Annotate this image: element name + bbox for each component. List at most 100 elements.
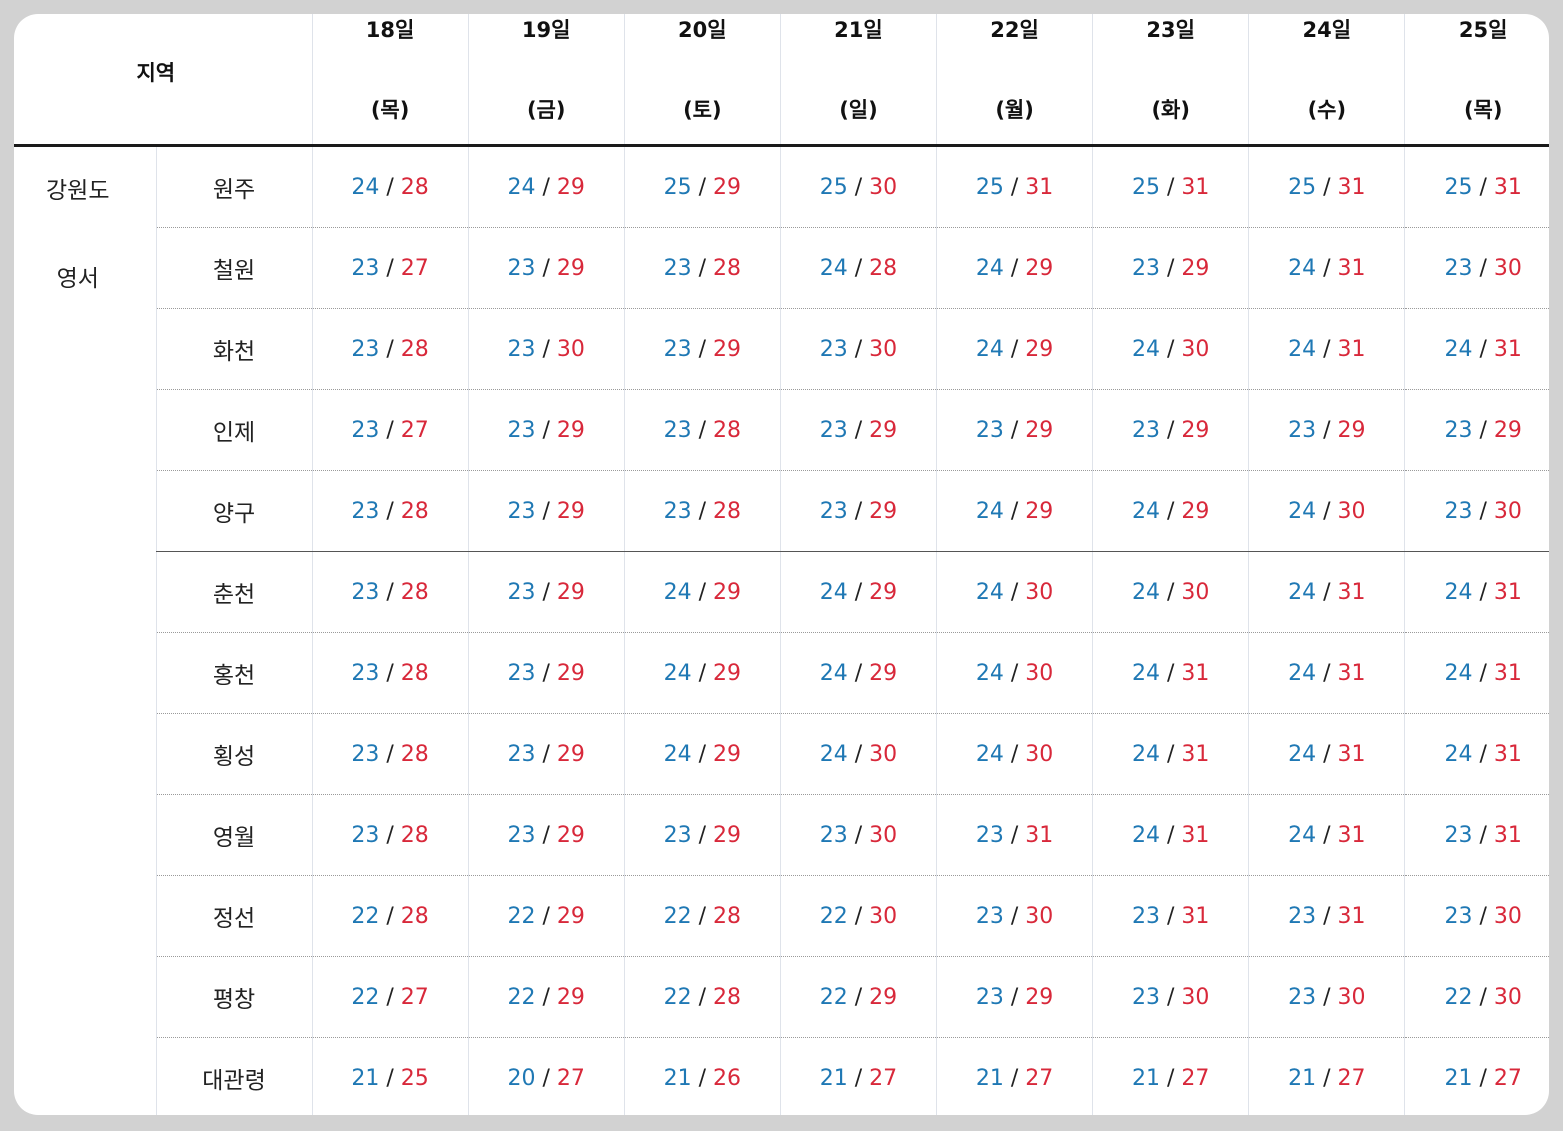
temp-separator: / xyxy=(386,498,394,524)
low-temp: 23 xyxy=(1131,255,1160,281)
temp-separator: / xyxy=(1166,579,1175,605)
high-temp: 29 xyxy=(556,741,585,767)
temperature-cell: 23 / 29 xyxy=(1404,389,1549,471)
temp-separator: / xyxy=(542,336,550,362)
low-temp: 24 xyxy=(1131,822,1160,848)
high-temp: 30 xyxy=(1025,660,1054,686)
high-temp: 26 xyxy=(713,1065,742,1091)
temp-separator: / xyxy=(1323,498,1331,524)
temp-separator: / xyxy=(1479,1065,1487,1091)
temp-separator: / xyxy=(386,579,394,605)
city-name: 양구 xyxy=(155,470,313,552)
temperature-cell: 23 / 29 xyxy=(1092,227,1249,309)
city-name: 화천 xyxy=(155,308,313,390)
low-temp: 23 xyxy=(663,822,692,848)
temperature-cell: 23 / 28 xyxy=(311,713,469,795)
high-temp: 30 xyxy=(1337,498,1366,524)
low-temp: 23 xyxy=(351,822,380,848)
high-temp: 30 xyxy=(1025,903,1054,929)
low-temp: 23 xyxy=(351,660,380,686)
temp-separator: / xyxy=(1479,498,1487,524)
city-name: 인제 xyxy=(155,389,313,471)
low-temp: 24 xyxy=(819,579,848,605)
high-temp: 30 xyxy=(869,174,898,200)
low-temp: 23 xyxy=(1444,498,1473,524)
high-temp: 28 xyxy=(400,741,429,767)
high-temp: 29 xyxy=(556,579,585,605)
temperature-cell: 21 / 26 xyxy=(623,1037,781,1115)
temp-separator: / xyxy=(1323,417,1331,443)
high-temp: 29 xyxy=(556,822,585,848)
high-temp: 27 xyxy=(400,984,429,1010)
low-temp: 25 xyxy=(1288,174,1317,200)
temperature-cell: 23 / 30 xyxy=(1248,956,1405,1038)
day-weekday: (화) xyxy=(1151,98,1190,122)
low-temp: 23 xyxy=(351,741,380,767)
high-temp: 29 xyxy=(1025,417,1054,443)
high-temp: 27 xyxy=(1025,1065,1054,1091)
low-temp: 22 xyxy=(663,984,692,1010)
low-temp: 23 xyxy=(1444,255,1473,281)
temperature-cell: 23 / 29 xyxy=(779,470,937,552)
temp-separator: / xyxy=(1323,336,1331,362)
high-temp: 29 xyxy=(1181,417,1210,443)
low-temp: 23 xyxy=(1444,822,1473,848)
temperature-cell: 24 / 29 xyxy=(936,227,1093,309)
day-date: 19일 xyxy=(521,18,571,42)
low-temp: 23 xyxy=(351,336,380,362)
temp-separator: / xyxy=(386,660,394,686)
high-temp: 31 xyxy=(1493,822,1522,848)
low-temp: 21 xyxy=(351,1065,380,1091)
temperature-cell: 24 / 30 xyxy=(936,632,1093,714)
day-weekday: (수) xyxy=(1307,98,1347,122)
low-temp: 23 xyxy=(663,417,692,443)
low-temp: 23 xyxy=(507,498,536,524)
table-row: 영월 23 / 28 23 / 29 23 / 29 23 / 30 23 / 31 24 … xyxy=(14,794,1549,876)
temperature-cell: 23 / 29 xyxy=(1248,389,1405,471)
temperature-cell: 23 / 31 xyxy=(936,794,1093,876)
temp-separator: / xyxy=(1166,336,1175,362)
temp-separator: / xyxy=(386,903,394,929)
day-header: 23일 (화) xyxy=(1092,14,1249,147)
day-header: 19일 (금) xyxy=(467,14,625,147)
temperature-cell: 23 / 30 xyxy=(1404,875,1549,957)
high-temp: 31 xyxy=(1337,822,1366,848)
high-temp: 29 xyxy=(556,174,585,200)
high-temp: 29 xyxy=(556,660,585,686)
high-temp: 29 xyxy=(556,498,585,524)
low-temp: 24 xyxy=(1444,336,1473,362)
temp-separator: / xyxy=(1323,255,1331,281)
temp-separator: / xyxy=(542,174,550,200)
low-temp: 23 xyxy=(507,822,536,848)
high-temp: 27 xyxy=(400,255,429,281)
low-temp: 24 xyxy=(1288,498,1317,524)
high-temp: 28 xyxy=(400,660,429,686)
low-temp: 22 xyxy=(1444,984,1473,1010)
low-temp: 24 xyxy=(975,579,1004,605)
temperature-cell: 23 / 28 xyxy=(311,308,469,390)
temp-separator: / xyxy=(698,174,707,200)
table-row: 인제 23 / 27 23 / 29 23 / 28 23 / 29 23 / 29 23 … xyxy=(14,389,1549,471)
temperature-cell: 23 / 28 xyxy=(311,551,469,633)
low-temp: 22 xyxy=(507,984,536,1010)
high-temp: 30 xyxy=(1337,984,1366,1010)
temperature-cell: 25 / 31 xyxy=(1404,145,1549,228)
low-temp: 21 xyxy=(1288,1065,1317,1091)
high-temp: 30 xyxy=(1493,255,1522,281)
temp-separator: / xyxy=(1010,255,1019,281)
temperature-cell: 24 / 31 xyxy=(1404,308,1549,390)
temperature-cell: 23 / 31 xyxy=(1092,875,1249,957)
day-weekday: (금) xyxy=(526,98,566,122)
low-temp: 21 xyxy=(1131,1065,1160,1091)
temp-separator: / xyxy=(1010,579,1019,605)
low-temp: 24 xyxy=(1131,741,1160,767)
temp-separator: / xyxy=(1479,660,1487,686)
temp-separator: / xyxy=(386,741,394,767)
table-row: 홍천 23 / 28 23 / 29 24 / 29 24 / 29 24 / 30 24 … xyxy=(14,632,1549,714)
temp-separator: / xyxy=(1010,417,1019,443)
low-temp: 25 xyxy=(819,174,848,200)
high-temp: 28 xyxy=(869,255,898,281)
low-temp: 25 xyxy=(975,174,1004,200)
temperature-cell: 23 / 30 xyxy=(1404,470,1549,552)
high-temp: 29 xyxy=(869,417,898,443)
